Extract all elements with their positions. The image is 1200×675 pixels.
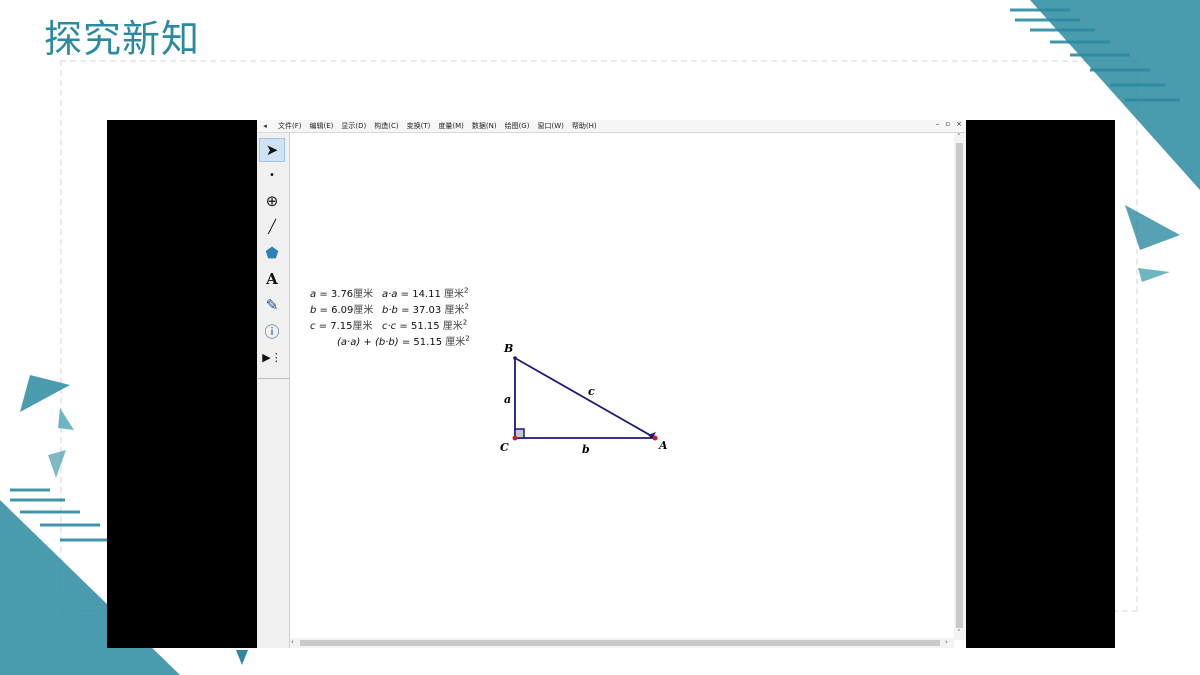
vertex-c-point [512, 435, 518, 441]
triangle-abc [514, 356, 659, 439]
point-tool-icon[interactable]: • [259, 163, 285, 187]
sketchpad-window: ◂ 文件(F) 编辑(E) 显示(D) 构造(C) 变换(T) 度量(M) 数据… [257, 120, 966, 648]
menu-display[interactable]: 显示(D) [341, 121, 366, 131]
menu-graph[interactable]: 绘图(G) [505, 121, 530, 131]
menu-window[interactable]: 窗口(W) [537, 121, 563, 131]
horizontal-scrollbar[interactable]: ‹ › [290, 638, 954, 648]
vertical-scrollbar[interactable]: ˄ ˅ [954, 133, 966, 640]
vertex-label-a: A [658, 439, 668, 452]
menu-bar: ◂ 文件(F) 编辑(E) 显示(D) 构造(C) 变换(T) 度量(M) 数据… [257, 120, 966, 133]
slide-title: 探究新知 [44, 17, 201, 61]
menu-construct[interactable]: 构造(C) [374, 121, 398, 131]
scroll-left-icon[interactable]: ‹ [291, 638, 294, 646]
polygon-tool-icon[interactable]: ⬟ [259, 241, 285, 265]
vertex-b-point [513, 356, 517, 360]
menu-transform[interactable]: 变换(T) [407, 121, 431, 131]
toolbox-divider [257, 378, 289, 379]
video-letterbox-left [107, 120, 257, 648]
arrow-tool-icon[interactable]: ➤ [259, 138, 285, 162]
menu-help[interactable]: 帮助(H) [572, 121, 597, 131]
side-label-c: c [588, 385, 595, 398]
menu-measure[interactable]: 度量(M) [438, 121, 464, 131]
horizontal-scroll-thumb[interactable] [300, 640, 940, 646]
close-button[interactable]: × [956, 120, 962, 128]
side-label-b: b [582, 443, 590, 456]
marker-tool-icon[interactable]: ✎ [259, 293, 285, 317]
menu-file[interactable]: 文件(F) [278, 121, 302, 131]
menu-edit[interactable]: 编辑(E) [310, 121, 334, 131]
minimize-button[interactable]: – [936, 120, 940, 128]
text-tool-icon[interactable]: A [259, 267, 285, 291]
triangle-figure: B C A a b c [500, 342, 668, 456]
app-icon[interactable]: ◂ [260, 122, 270, 130]
side-label-a: a [504, 393, 511, 406]
toolbox: ➤ • ⊕ ╱ ⬟ A ✎ ⓘ ▶⋮ [257, 133, 290, 648]
information-tool-icon[interactable]: ⓘ [259, 319, 285, 343]
scroll-right-icon[interactable]: › [945, 638, 948, 646]
scroll-down-icon[interactable]: ˅ [957, 629, 961, 637]
vertex-label-c: C [500, 441, 509, 454]
menu-data[interactable]: 数据(N) [472, 121, 497, 131]
custom-tool-icon[interactable]: ▶⋮ [259, 345, 285, 369]
compass-tool-icon[interactable]: ⊕ [259, 189, 285, 213]
vertex-label-b: B [503, 342, 513, 355]
sketch-canvas[interactable]: a = 3.76厘米 a·a = 14.11 厘米2 b = 6.09厘米 b·… [290, 133, 946, 638]
straightedge-tool-icon[interactable]: ╱ [259, 215, 285, 239]
vertical-scroll-thumb[interactable] [956, 143, 963, 628]
restore-button[interactable]: ▫ [945, 120, 950, 128]
scroll-up-icon[interactable]: ˄ [957, 133, 961, 141]
video-letterbox-right [966, 120, 1115, 648]
